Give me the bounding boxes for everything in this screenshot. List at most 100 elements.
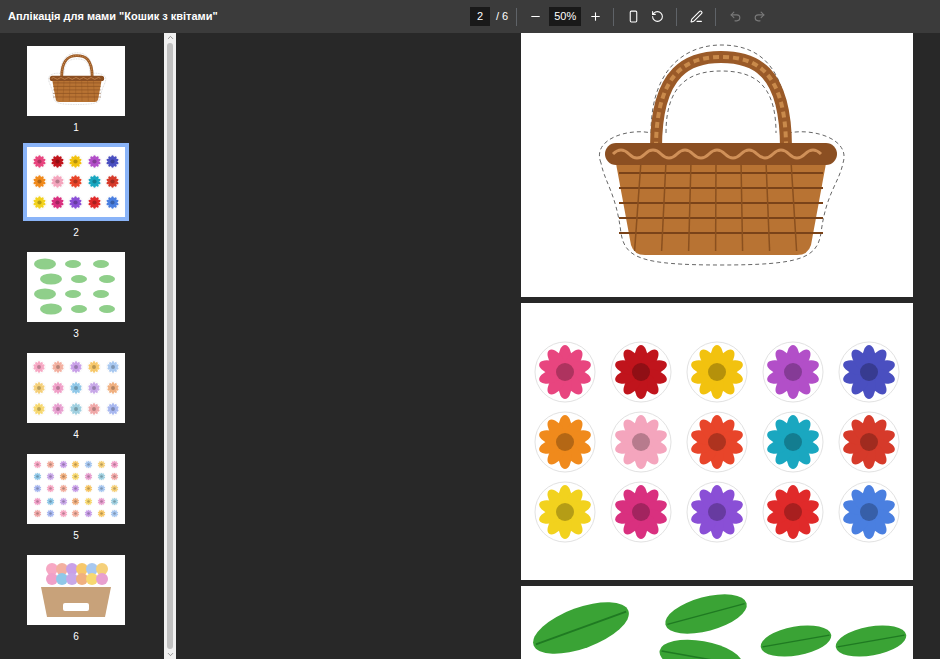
flower-picture <box>685 480 749 544</box>
thumbnail[interactable]: 2 <box>23 147 129 240</box>
flower-picture <box>105 154 120 169</box>
flower-picture <box>110 484 119 493</box>
plus-icon <box>589 10 602 23</box>
thumbnail-label: 4 <box>73 428 79 442</box>
flower-picture <box>87 174 102 189</box>
flower-picture <box>84 460 93 469</box>
toolbar-divider <box>715 8 716 26</box>
flower-picture <box>32 402 46 416</box>
flower-picture <box>110 460 119 469</box>
flower-picture <box>32 195 47 210</box>
flower-picture <box>533 480 597 544</box>
page-column <box>521 33 913 659</box>
flower-picture <box>97 484 106 493</box>
flower-picture <box>685 340 749 404</box>
flower-picture <box>110 509 119 518</box>
fit-page-button[interactable] <box>622 6 644 28</box>
flower-picture <box>33 509 42 518</box>
scroll-down-icon[interactable] <box>166 650 175 659</box>
flower-picture <box>97 460 106 469</box>
flower-picture <box>33 472 42 481</box>
redo-button[interactable] <box>748 6 770 28</box>
flower-picture <box>46 460 55 469</box>
rotate-icon <box>651 10 664 23</box>
thumbnail[interactable]: 3 <box>27 252 125 341</box>
leaves-thumbnail-picture <box>27 252 125 322</box>
flower-picture <box>87 381 101 395</box>
flower-picture <box>32 154 47 169</box>
flower-picture <box>533 340 597 404</box>
viewer-body: 1 2 3 4 5 6 <box>0 33 940 659</box>
flower-picture <box>87 402 101 416</box>
flower-picture <box>71 484 80 493</box>
flower-picture <box>46 484 55 493</box>
flower-picture <box>106 381 120 395</box>
thumbnail[interactable]: 6 <box>27 555 125 644</box>
flower-picture <box>68 195 83 210</box>
flower-picture <box>685 410 749 474</box>
flower-picture <box>84 484 93 493</box>
flower-picture <box>51 381 65 395</box>
flower-picture <box>46 472 55 481</box>
flower-picture <box>50 195 65 210</box>
flower-picture <box>84 497 93 506</box>
flower-picture <box>71 509 80 518</box>
thumbnail-label: 3 <box>73 327 79 341</box>
leaves-picture <box>521 586 913 659</box>
undo-button[interactable] <box>724 6 746 28</box>
flower-picture <box>110 497 119 506</box>
flower-picture <box>50 174 65 189</box>
flower-picture <box>46 509 55 518</box>
flower-picture <box>68 154 83 169</box>
flower-picture <box>97 497 106 506</box>
fit-page-icon <box>627 10 640 23</box>
page <box>521 303 913 580</box>
flower-picture <box>32 360 46 374</box>
zoom-out-button[interactable] <box>525 7 545 27</box>
page <box>521 33 913 297</box>
page <box>521 586 913 659</box>
rotate-button[interactable] <box>646 6 668 28</box>
page-input[interactable]: 2 <box>470 7 490 26</box>
flower-picture <box>59 472 68 481</box>
sidebar-scrollbar[interactable] <box>164 33 176 659</box>
flower-picture <box>105 174 120 189</box>
flower-picture <box>87 154 102 169</box>
flower-picture <box>761 410 825 474</box>
thumbnail[interactable]: 1 <box>27 46 125 135</box>
scrollbar-thumb[interactable] <box>167 43 173 649</box>
pdf-viewer: Аплікація для мами "Кошик з квітами"2/ 6… <box>0 0 940 659</box>
flower-picture <box>69 381 83 395</box>
flower-picture <box>69 360 83 374</box>
toolbar-divider <box>676 8 677 26</box>
flower-picture <box>51 360 65 374</box>
thumbnail-sidebar: 1 2 3 4 5 6 <box>0 33 164 659</box>
flower-picture <box>87 195 102 210</box>
thumbnail[interactable]: 5 <box>27 454 125 543</box>
thumbnail-frame <box>27 46 125 116</box>
scroll-up-icon[interactable] <box>166 33 175 42</box>
flower-picture <box>609 410 673 474</box>
toolbar-divider <box>613 8 614 26</box>
flower-picture <box>69 402 83 416</box>
flower-picture <box>59 509 68 518</box>
flower-picture <box>106 360 120 374</box>
zoom-in-button[interactable] <box>585 7 605 27</box>
flower-picture <box>71 472 80 481</box>
flower-picture <box>33 460 42 469</box>
flower-picture <box>71 460 80 469</box>
flower-picture <box>84 472 93 481</box>
toolbar-divider <box>516 8 517 26</box>
zoom-input[interactable]: 50% <box>549 7 581 26</box>
flower-picture <box>97 472 106 481</box>
flower-picture <box>71 497 80 506</box>
flower-picture <box>51 402 65 416</box>
draw-icon <box>690 10 703 23</box>
flower-picture <box>110 472 119 481</box>
thumbnail[interactable]: 4 <box>27 353 125 442</box>
thumbnail-label: 2 <box>73 226 79 240</box>
bouquet-thumbnail-picture <box>27 555 125 625</box>
draw-button[interactable] <box>685 6 707 28</box>
flower-picture <box>50 154 65 169</box>
thumbnail-label: 1 <box>73 121 79 135</box>
